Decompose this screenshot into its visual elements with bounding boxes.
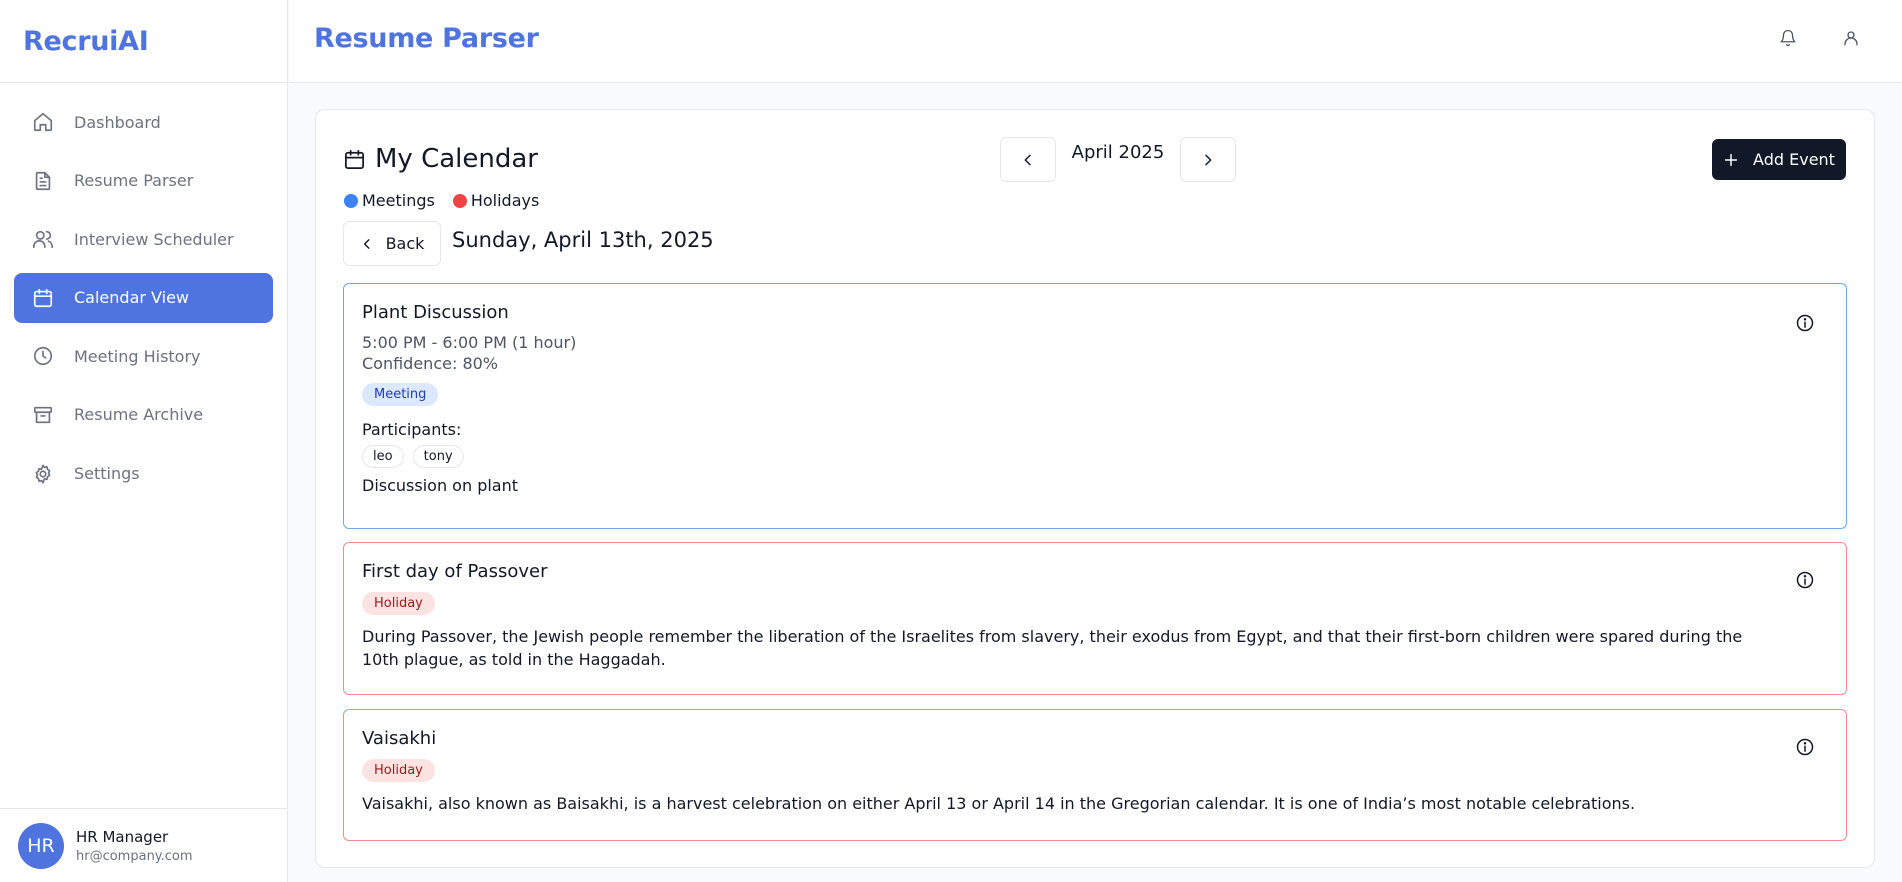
sidebar-nav: Dashboard Resume Parser Interview Schedu… [0,83,287,499]
sidebar-item-label: Interview Scheduler [74,229,234,249]
selected-date-heading: Sunday, April 13th, 2025 [452,228,714,252]
event-info-button[interactable] [1794,736,1816,758]
gear-icon [31,462,55,486]
user-profile[interactable]: HR HR Manager hr@company.com [0,808,288,882]
sidebar-item-dashboard[interactable]: Dashboard [14,97,273,147]
back-label: Back [385,234,425,253]
sidebar-item-label: Dashboard [74,112,161,132]
notifications-button[interactable] [1776,28,1800,52]
chevron-right-icon [1200,152,1216,168]
file-text-icon [31,169,55,193]
calendar-title: My Calendar [343,144,538,174]
event-info-button[interactable] [1794,312,1816,334]
event-info-button[interactable] [1794,569,1816,591]
brand-logo-text[interactable]: RecruiAI [23,26,149,57]
user-icon [1842,29,1860,51]
sidebar: RecruiAI Dashboard Resume Parser Intervi… [0,0,288,882]
event-type-badge: Meeting [362,383,439,406]
event-card-meeting[interactable]: Plant Discussion 5:00 PM - 6:00 PM (1 ho… [343,283,1847,529]
event-confidence: Confidence: 80% [362,354,498,373]
event-description: Vaisakhi, also known as Baisakhi, is a h… [362,794,1636,813]
event-title: Plant Discussion [362,302,509,323]
calendar-card: My Calendar Meetings Holidays April 2025… [315,109,1875,868]
sidebar-item-label: Resume Archive [74,405,204,425]
info-icon [1795,570,1815,590]
bell-icon [1779,29,1797,51]
user-email: hr@company.com [76,848,193,864]
previous-month-button[interactable] [1000,137,1056,182]
user-name: HR Manager [76,827,169,846]
avatar: HR [18,822,64,869]
event-type-badge: Holiday [362,592,435,615]
event-description: During Passover, the Jewish people remem… [362,627,1743,669]
archive-icon [31,403,55,427]
brand: RecruiAI [0,0,287,83]
sidebar-item-label: Resume Parser [74,171,194,191]
participant-chip: tony [412,445,464,468]
event-card-holiday[interactable]: Vaisakhi Holiday Vaisakhi, also known as… [343,709,1847,841]
legend-holidays: Holidays [452,191,540,210]
event-title: First day of Passover [362,561,548,582]
chevron-left-icon [360,237,386,251]
month-navigation: April 2025 [1000,137,1236,182]
sidebar-item-resume-archive[interactable]: Resume Archive [14,390,273,440]
legend-meetings: Meetings [344,191,435,210]
sidebar-item-label: Meeting History [74,346,201,366]
sidebar-item-label: Calendar View [74,288,189,308]
info-icon [1795,737,1815,757]
event-description: Discussion on plant [362,476,519,495]
event-type-badge: Holiday [362,759,435,782]
info-icon [1795,313,1815,333]
event-card-holiday[interactable]: First day of Passover Holiday During Pas… [343,542,1847,695]
sidebar-item-calendar-view[interactable]: Calendar View [14,272,273,323]
chevron-left-icon [1020,152,1036,168]
legend-label: Holidays [470,191,540,210]
calendar-title-text: My Calendar [375,144,538,174]
legend-dot-holidays [452,193,467,208]
page-title: Resume Parser [314,23,539,54]
users-icon [31,227,55,251]
calendar-icon [31,286,55,310]
current-month-label: April 2025 [1071,142,1165,163]
sidebar-item-label: Settings [74,464,140,484]
event-title: Vaisakhi [362,728,437,749]
add-event-label: Add Event [1753,150,1835,169]
calendar-legend: Meetings Holidays [344,191,557,210]
legend-label: Meetings [362,191,435,210]
sidebar-item-resume-parser[interactable]: Resume Parser [14,156,273,206]
add-event-button[interactable]: Add Event [1712,139,1846,180]
event-time: 5:00 PM - 6:00 PM (1 hour) [362,333,577,352]
plus-icon [1723,152,1753,168]
participants-label: Participants: [362,420,462,439]
clock-icon [31,344,55,368]
sidebar-item-settings[interactable]: Settings [14,449,273,499]
top-header: Resume Parser [289,0,1902,83]
sidebar-item-meeting-history[interactable]: Meeting History [14,331,273,381]
home-icon [31,110,55,134]
user-menu-button[interactable] [1839,28,1863,52]
back-button[interactable]: Back [343,221,441,266]
calendar-icon [343,148,375,171]
legend-dot-meetings [344,193,358,208]
next-month-button[interactable] [1180,137,1236,182]
sidebar-item-interview-scheduler[interactable]: Interview Scheduler [14,214,273,264]
participant-chip: leo [362,445,404,468]
